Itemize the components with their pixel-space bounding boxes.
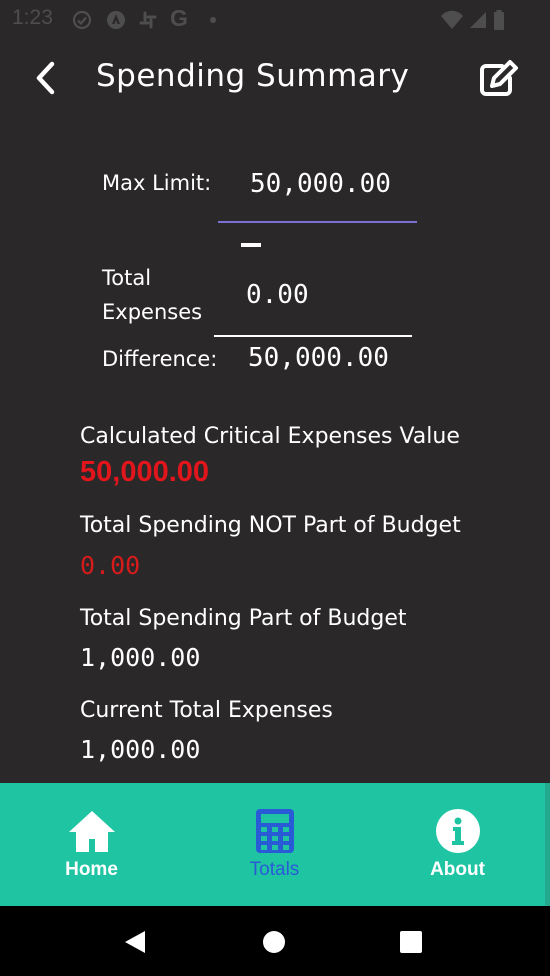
- home-icon: [68, 811, 115, 852]
- google-icon: G: [170, 5, 188, 31]
- edit-icon[interactable]: [476, 58, 520, 98]
- system-home-icon[interactable]: [262, 930, 286, 954]
- signal-icon: [470, 12, 486, 28]
- total-expenses-label-line1: Total: [102, 266, 152, 290]
- current-total-value: 1,000.00: [80, 735, 201, 764]
- critical-expenses-value: 50,000.00: [80, 456, 210, 488]
- max-limit-input[interactable]: [250, 166, 415, 202]
- difference-value: 50,000.00: [248, 343, 389, 373]
- battery-icon: [494, 10, 504, 30]
- wifi-icon: [441, 10, 463, 29]
- not-budget-value: 0.00: [80, 551, 141, 580]
- check-circle-icon: [72, 10, 92, 30]
- info-icon: [435, 809, 480, 853]
- nav-label-about: About: [430, 859, 485, 880]
- nav-item-totals[interactable]: Totals: [183, 783, 366, 906]
- calculator-icon: [255, 809, 294, 853]
- bottom-navigation: Home Totals About: [0, 783, 550, 906]
- current-total-label: Current Total Expenses: [80, 698, 333, 723]
- not-budget-label: Total Spending NOT Part of Budget: [80, 513, 461, 538]
- nav-item-home[interactable]: Home: [0, 783, 183, 906]
- status-time: 1:23: [12, 6, 53, 29]
- nav-label-home: Home: [65, 859, 118, 880]
- total-expenses-value: 0.00: [246, 280, 309, 310]
- status-bar: 1:23 G: [0, 0, 550, 40]
- system-back-icon[interactable]: [123, 930, 147, 954]
- page-title: Spending Summary: [96, 58, 410, 94]
- critical-expenses-label: Calculated Critical Expenses Value: [80, 424, 460, 449]
- back-arrow-icon[interactable]: [30, 58, 66, 98]
- difference-label: Difference:: [102, 347, 218, 371]
- system-navigation-bar: [0, 906, 550, 976]
- divider-rule: [214, 335, 412, 337]
- nav-edge: [545, 783, 550, 906]
- max-limit-underline: [218, 221, 417, 223]
- nav-label-totals: Totals: [249, 859, 300, 880]
- minus-symbol: [241, 243, 261, 247]
- total-expenses-label-line2: Expenses: [102, 300, 203, 324]
- part-budget-label: Total Spending Part of Budget: [80, 606, 407, 631]
- max-limit-label: Max Limit:: [102, 171, 212, 195]
- dot-icon: [210, 17, 216, 23]
- nav-item-about[interactable]: About: [366, 783, 549, 906]
- part-budget-value: 1,000.00: [80, 643, 201, 672]
- app-notification-icon: [107, 11, 125, 29]
- system-recents-icon[interactable]: [399, 930, 423, 954]
- slack-icon: [139, 11, 157, 29]
